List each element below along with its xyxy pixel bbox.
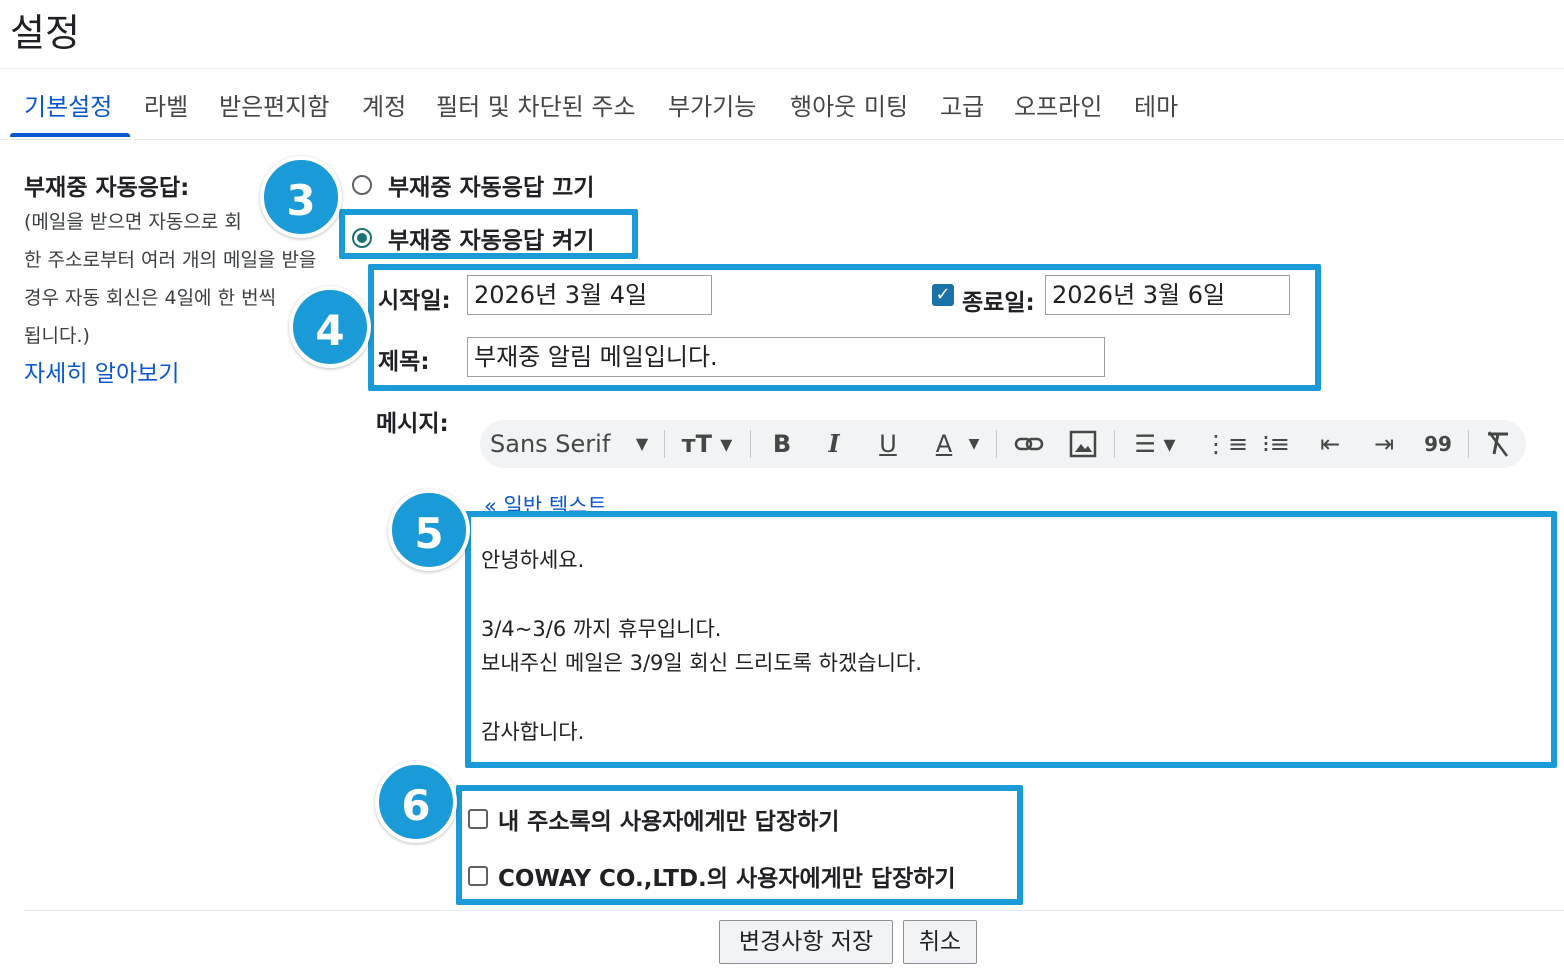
vacation-description-line: 됩니다.) bbox=[24, 325, 90, 347]
toolbar-divider bbox=[1114, 430, 1115, 458]
cancel-button[interactable]: 취소 bbox=[903, 920, 977, 964]
toolbar-divider bbox=[996, 430, 997, 458]
vacation-off-label: 부재중 자동응답 끄기 bbox=[388, 175, 595, 201]
font-family-select[interactable]: Sans Serif bbox=[490, 420, 620, 468]
vacation-description-line: 경우 자동 회신은 4일에 한 번씩 bbox=[24, 287, 277, 309]
highlight-box-vacation-on bbox=[339, 209, 638, 259]
message-label: 메시지: bbox=[376, 411, 449, 437]
chevron-down-icon[interactable]: ▼ bbox=[964, 420, 984, 468]
font-family-value: Sans Serif bbox=[490, 430, 611, 458]
quote-icon[interactable]: 99 bbox=[1420, 420, 1456, 468]
tab-accounts[interactable]: 계정 bbox=[362, 87, 406, 122]
learn-more-link[interactable]: 자세히 알아보기 bbox=[24, 354, 179, 388]
settings-tabs: 기본설정 라벨 받은편지함 계정 필터 및 차단된 주소 부가기능 행아웃 미팅… bbox=[0, 68, 1564, 140]
highlight-box-dates-subject bbox=[368, 264, 1321, 391]
step-badge: 4 bbox=[289, 286, 371, 368]
bold-icon[interactable]: B bbox=[764, 420, 800, 468]
indent-more-icon[interactable]: ⇥ bbox=[1366, 420, 1402, 468]
save-button[interactable]: 변경사항 저장 bbox=[719, 920, 893, 964]
tab-advanced[interactable]: 고급 bbox=[940, 87, 984, 122]
remove-formatting-icon[interactable] bbox=[1480, 420, 1516, 468]
vacation-description-line: (메일을 받으면 자동으로 회 bbox=[24, 211, 242, 233]
tab-inbox[interactable]: 받은편지함 bbox=[219, 87, 329, 122]
vacation-description-line: 한 주소로부터 여러 개의 메일을 받을 bbox=[24, 249, 317, 271]
tab-offline[interactable]: 오프라인 bbox=[1014, 87, 1102, 122]
tab-general[interactable]: 기본설정 bbox=[24, 87, 112, 122]
step-badge: 5 bbox=[388, 489, 470, 571]
tab-filters[interactable]: 필터 및 차단된 주소 bbox=[436, 87, 636, 122]
highlight-box-reply-options bbox=[456, 785, 1023, 905]
highlight-box-message bbox=[465, 511, 1557, 768]
step-badge: 6 bbox=[375, 761, 457, 843]
active-tab-indicator bbox=[10, 133, 130, 137]
page-title: 설정 bbox=[10, 11, 80, 55]
numbered-list-icon[interactable]: ⋮≡ bbox=[1204, 420, 1248, 468]
vacation-section-label: 부재중 자동응답: bbox=[24, 175, 190, 201]
link-icon[interactable] bbox=[1010, 420, 1048, 468]
vacation-off-option[interactable]: 부재중 자동응답 끄기 bbox=[352, 168, 594, 202]
italic-icon[interactable]: I bbox=[816, 420, 852, 468]
tab-meet[interactable]: 행아웃 미팅 bbox=[790, 87, 908, 122]
font-size-icon[interactable]: тT ▾ bbox=[676, 420, 738, 468]
toolbar-divider bbox=[750, 430, 751, 458]
toolbar-divider bbox=[1468, 430, 1469, 458]
toolbar-divider bbox=[664, 430, 665, 458]
tab-themes[interactable]: 테마 bbox=[1134, 87, 1178, 122]
underline-icon[interactable]: U bbox=[870, 420, 906, 468]
indent-less-icon[interactable]: ⇤ bbox=[1312, 420, 1348, 468]
image-icon[interactable] bbox=[1064, 420, 1102, 468]
tab-addons[interactable]: 부가기능 bbox=[668, 87, 756, 122]
step-badge: 3 bbox=[260, 156, 342, 238]
tab-labels[interactable]: 라벨 bbox=[144, 87, 188, 122]
text-color-icon[interactable]: A bbox=[926, 420, 962, 468]
formatting-toolbar: Sans Serif ▼ тT ▾ B I U A ▼ ☰ ▾ ⋮≡ ⁝≡ ⇤ … bbox=[480, 420, 1526, 468]
footer-divider bbox=[24, 910, 1564, 911]
align-icon[interactable]: ☰ ▾ bbox=[1126, 420, 1184, 468]
radio-off[interactable] bbox=[352, 175, 372, 195]
bulleted-list-icon[interactable]: ⁝≡ bbox=[1258, 420, 1294, 468]
chevron-down-icon[interactable]: ▼ bbox=[630, 420, 654, 468]
